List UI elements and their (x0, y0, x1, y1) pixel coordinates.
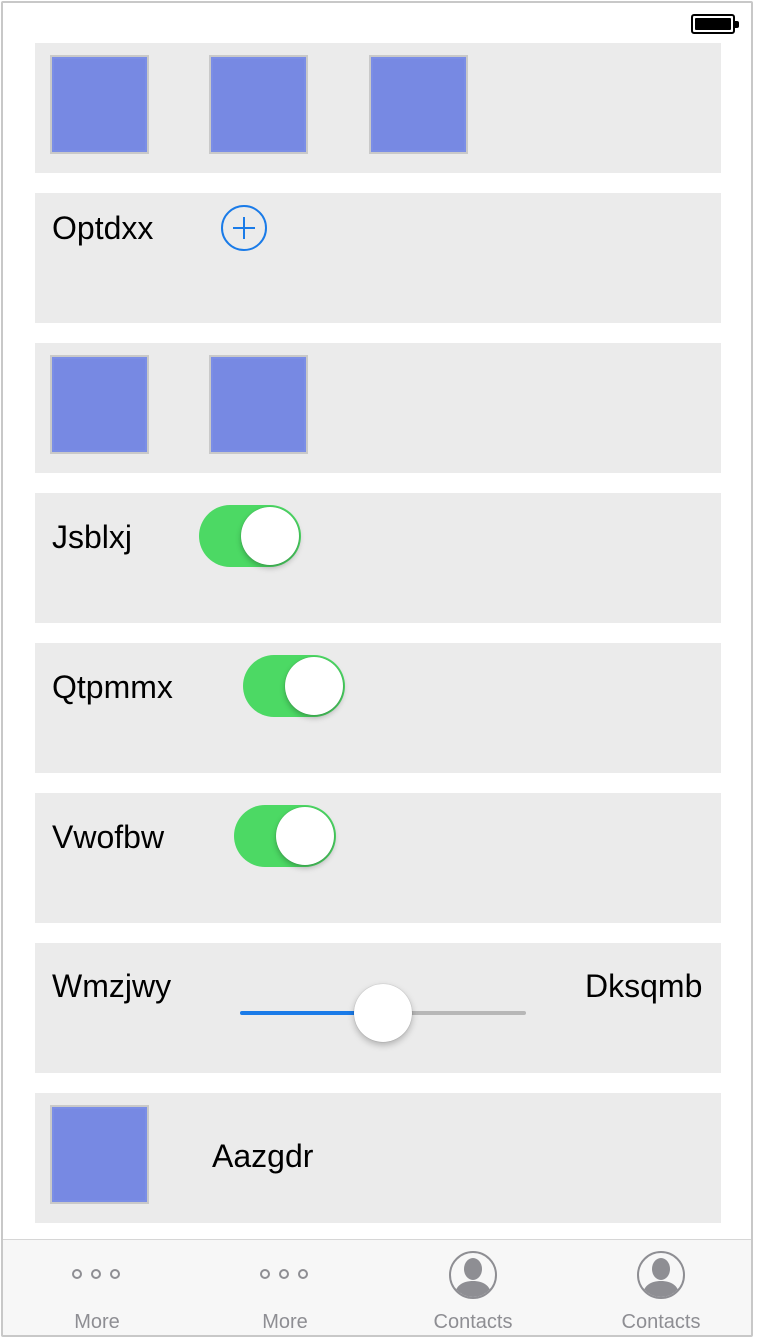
toggle-switch[interactable] (243, 655, 345, 717)
image-thumbnail[interactable] (50, 1105, 149, 1204)
toggle-label: Jsblxj (52, 519, 133, 555)
toggle-label: Vwofbw (52, 819, 165, 855)
image-thumbnail[interactable] (369, 55, 468, 154)
more-icon (260, 1267, 310, 1281)
toggle-knob[interactable] (285, 657, 343, 715)
tab-contacts-2[interactable]: Contacts (567, 1240, 751, 1335)
toggle-row-3: Vwofbw (35, 793, 721, 923)
tab-label: Contacts (433, 1311, 513, 1333)
slider-min-label: Wmzjwy (52, 968, 172, 1004)
toggle-label: Qtpmmx (52, 669, 173, 705)
toggle-switch[interactable] (199, 505, 301, 567)
tab-label: Contacts (621, 1311, 701, 1333)
image-thumbnail[interactable] (50, 355, 149, 454)
slider[interactable] (240, 983, 526, 1043)
tab-contacts-1[interactable]: Contacts (379, 1240, 567, 1335)
app-screen: Optdxx Jsblxj Qtpmmx Vwofbw Wmzjwy Dksqm… (1, 1, 753, 1337)
tab-label: More (74, 1311, 120, 1333)
image-thumbnail[interactable] (209, 55, 308, 154)
add-row-label: Optdxx (52, 210, 154, 246)
image-label-row: Aazgdr (35, 1093, 721, 1223)
tab-more-2[interactable]: More (191, 1240, 379, 1335)
image-thumbnail[interactable] (209, 355, 308, 454)
contacts-icon (449, 1251, 497, 1299)
contacts-icon (637, 1251, 685, 1299)
more-icon (72, 1267, 122, 1281)
image-thumbnail[interactable] (50, 55, 149, 154)
toggle-row-1: Jsblxj (35, 493, 721, 623)
tab-bar: More More Contacts Contacts (3, 1239, 751, 1335)
add-row: Optdxx (35, 193, 721, 323)
thumbnail-row-1 (35, 43, 721, 173)
slider-row: Wmzjwy Dksqmb (35, 943, 721, 1073)
toggle-knob[interactable] (241, 507, 299, 565)
toggle-row-2: Qtpmmx (35, 643, 721, 773)
image-row-label: Aazgdr (212, 1138, 314, 1174)
add-button[interactable] (221, 205, 267, 251)
toggle-switch[interactable] (234, 805, 336, 867)
slider-max-label: Dksqmb (585, 968, 703, 1004)
status-bar (3, 3, 751, 43)
thumbnail-row-2 (35, 343, 721, 473)
slider-thumb[interactable] (354, 984, 412, 1042)
battery-icon (691, 14, 739, 34)
tab-label: More (262, 1311, 308, 1333)
toggle-knob[interactable] (276, 807, 334, 865)
tab-more-1[interactable]: More (3, 1240, 191, 1335)
